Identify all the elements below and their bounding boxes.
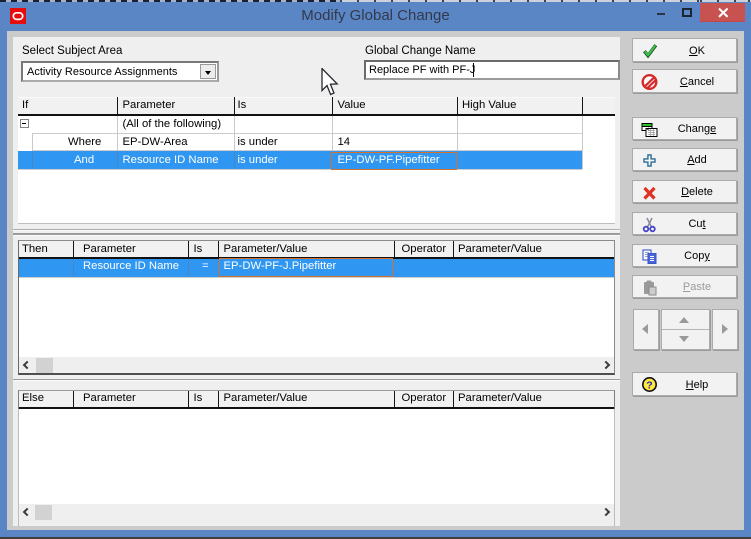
svg-text:?: ?: [646, 380, 652, 392]
